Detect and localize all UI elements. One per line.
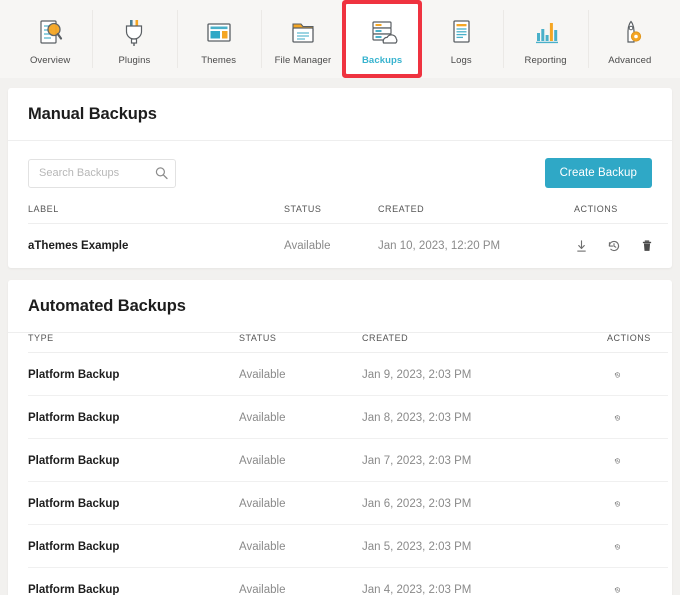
table-header: LABEL STATUS CREATED ACTIONS: [28, 204, 668, 224]
nav-item-label: Plugins: [118, 54, 151, 66]
cell-type: Platform Backup: [28, 481, 239, 525]
primary-nav: Overview Plugins Themes File Manager Bac…: [0, 0, 680, 78]
plug-icon: [117, 17, 151, 49]
cell-actions: [607, 524, 668, 568]
cell-type: Platform Backup: [28, 567, 239, 595]
cell-created: Jan 8, 2023, 2:03 PM: [362, 395, 607, 439]
nav-item-backups[interactable]: Backups: [346, 4, 419, 74]
table-row: Platform Backup Available Jan 9, 2023, 2:0…: [28, 352, 668, 396]
folder-icon: [286, 17, 320, 49]
cell-type: Platform Backup: [28, 395, 239, 439]
table-row: Platform Backup Available Jan 8, 2023, 2:0…: [28, 395, 668, 439]
column-header-status: STATUS: [284, 204, 378, 224]
cell-created: Jan 4, 2023, 2:03 PM: [362, 567, 607, 595]
nav-item-label: Themes: [201, 54, 237, 66]
column-header-label: LABEL: [28, 204, 284, 224]
cell-type: Platform Backup: [28, 524, 239, 568]
column-header-created: CREATED: [378, 204, 574, 224]
cell-type: Platform Backup: [28, 352, 239, 396]
page-title: Manual Backups: [28, 105, 157, 123]
nav-item-file-manager[interactable]: File Manager: [260, 0, 345, 78]
manual-backups-table: LABEL STATUS CREATED ACTIONS aThemes Exa…: [28, 204, 668, 266]
nav-item-plugins[interactable]: Plugins: [92, 0, 176, 78]
cell-created: Jan 9, 2023, 2:03 PM: [362, 352, 607, 396]
table-row: Platform Backup Available Jan 5, 2023, 2:0…: [28, 524, 668, 568]
cell-type: Platform Backup: [28, 438, 239, 482]
restore-icon[interactable]: [607, 410, 621, 425]
search-input[interactable]: [28, 158, 176, 188]
trash-icon[interactable]: [640, 238, 654, 253]
cell-created: Jan 6, 2023, 2:03 PM: [362, 481, 607, 525]
document-lines-icon: [444, 17, 478, 49]
nav-item-label: Overview: [29, 54, 71, 66]
cell-status: Available: [284, 239, 331, 252]
nav-item-label: Backups: [361, 54, 403, 66]
cell-created: Jan 5, 2023, 2:03 PM: [362, 524, 607, 568]
column-header-actions: ACTIONS: [574, 204, 668, 224]
rocket-gear-icon: [613, 17, 647, 49]
cell-status: Available: [239, 395, 362, 439]
manual-backups-table-wrap: LABEL STATUS CREATED ACTIONS aThemes Exa…: [8, 204, 672, 268]
cell-actions: [574, 224, 668, 267]
nav-item-label: File Manager: [274, 54, 332, 66]
nav-item-logs[interactable]: Logs: [419, 0, 503, 78]
cell-created: Jan 7, 2023, 2:03 PM: [362, 438, 607, 482]
manual-backups-header: Manual Backups: [8, 88, 672, 141]
automated-backups-card: Automated Backups TYPE STATUS CREATED AC…: [8, 280, 672, 595]
cell-actions: [607, 438, 668, 482]
cell-created: Jan 10, 2023, 12:20 PM: [378, 239, 501, 252]
cell-actions: [607, 481, 668, 525]
table-body: aThemes Example Available Jan 10, 2023, …: [28, 224, 668, 267]
column-header-status: STATUS: [239, 333, 362, 353]
nav-item-themes[interactable]: Themes: [176, 0, 261, 78]
restore-icon[interactable]: [607, 496, 621, 511]
search-backups-wrap: [28, 158, 176, 188]
nav-item-advanced[interactable]: Advanced: [587, 0, 672, 78]
layout-window-icon: [202, 17, 236, 49]
automated-backups-header: Automated Backups: [8, 280, 672, 333]
nav-item-reporting[interactable]: Reporting: [503, 0, 587, 78]
cell-label: aThemes Example: [28, 239, 129, 252]
nav-item-overview[interactable]: Overview: [8, 0, 92, 78]
cell-status: Available: [239, 438, 362, 482]
restore-icon[interactable]: [607, 539, 621, 554]
column-header-type: TYPE: [28, 333, 239, 353]
restore-icon[interactable]: [607, 453, 621, 468]
manual-backups-card: Manual Backups Create Backup LABEL STATU…: [8, 88, 672, 268]
cell-actions: [607, 352, 668, 396]
nav-item-label: Reporting: [524, 54, 567, 66]
column-header-actions: ACTIONS: [607, 333, 668, 353]
table-body: Platform Backup Available Jan 9, 2023, 2:0…: [28, 352, 668, 595]
table-row: Platform Backup Available Jan 6, 2023, 2:0…: [28, 481, 668, 525]
cell-status: Available: [239, 524, 362, 568]
section-title: Automated Backups: [28, 297, 186, 315]
restore-icon[interactable]: [607, 367, 621, 382]
restore-icon[interactable]: [607, 582, 621, 595]
cell-actions: [607, 567, 668, 595]
manual-backups-toolbar: Create Backup: [8, 141, 672, 204]
restore-icon[interactable]: [607, 238, 621, 253]
column-header-created: CREATED: [362, 333, 607, 353]
cell-status: Available: [239, 481, 362, 525]
server-cloud-icon: [365, 17, 399, 49]
automated-backups-table-wrap: TYPE STATUS CREATED ACTIONS Platform Bac…: [8, 333, 672, 595]
cell-status: Available: [239, 567, 362, 595]
table-header: TYPE STATUS CREATED ACTIONS: [28, 333, 668, 353]
nav-item-label: Logs: [450, 54, 472, 66]
bar-chart-icon: [529, 17, 563, 49]
create-backup-button[interactable]: Create Backup: [544, 158, 652, 188]
automated-backups-table: TYPE STATUS CREATED ACTIONS Platform Bac…: [28, 333, 668, 595]
download-icon[interactable]: [574, 238, 588, 253]
document-magnifier-icon: [33, 17, 67, 49]
table-row: Platform Backup Available Jan 4, 2023, 2:0…: [28, 567, 668, 595]
table-row: Platform Backup Available Jan 7, 2023, 2:0…: [28, 438, 668, 482]
nav-item-label: Advanced: [608, 54, 652, 66]
cell-status: Available: [239, 352, 362, 396]
table-row: aThemes Example Available Jan 10, 2023, …: [28, 224, 668, 267]
cell-actions: [607, 395, 668, 439]
